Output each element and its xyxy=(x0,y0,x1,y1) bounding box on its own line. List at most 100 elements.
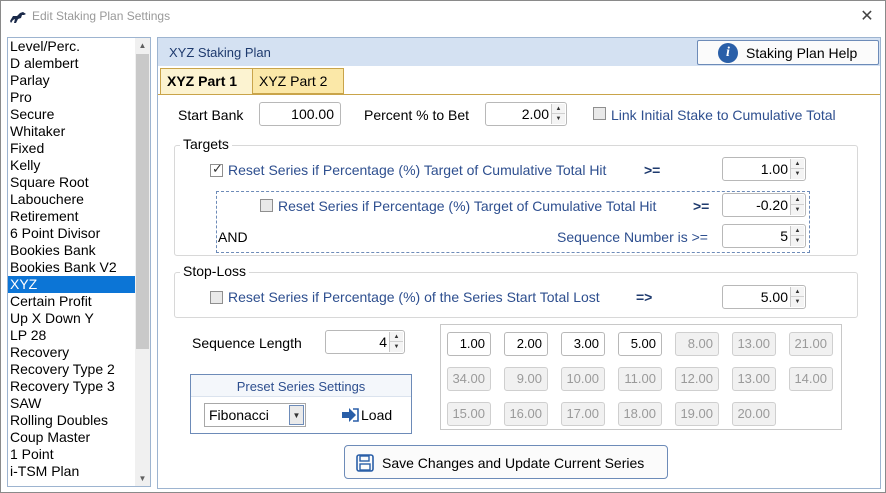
series-value-cell[interactable]: 10.00 xyxy=(561,367,605,391)
series-value-cell[interactable]: 9.00 xyxy=(504,367,548,391)
chevron-down-icon[interactable]: ▼ xyxy=(791,169,804,179)
sidebar-item[interactable]: LP 28 xyxy=(8,327,136,344)
panel-header: XYZ Staking Plan i Staking Plan Help xyxy=(158,38,880,66)
sidebar-scrollbar[interactable]: ▲ ▼ xyxy=(135,38,150,486)
sidebar-item[interactable]: Retirement xyxy=(8,208,136,225)
sidebar-item[interactable]: Recovery Type 2 xyxy=(8,361,136,378)
help-button-label: Staking Plan Help xyxy=(746,45,858,61)
chevron-down-icon[interactable]: ▼ xyxy=(791,297,804,307)
series-value-cell[interactable]: 20.00 xyxy=(732,402,776,426)
load-arrow-icon[interactable] xyxy=(341,407,359,423)
sidebar-item[interactable]: Square Root xyxy=(8,174,136,191)
stop-loss-title: Stop-Loss xyxy=(180,263,250,279)
reset-target-2-stepper[interactable]: -0.20 ▲ ▼ xyxy=(722,193,806,217)
chevron-up-icon[interactable]: ▲ xyxy=(791,226,804,236)
sidebar-item[interactable]: D alembert xyxy=(8,55,136,72)
sidebar-item[interactable]: Pro xyxy=(8,89,136,106)
sidebar-item[interactable]: 6 Point Divisor xyxy=(8,225,136,242)
chevron-up-icon[interactable]: ▲ xyxy=(791,287,804,297)
spin-buttons[interactable]: ▲ ▼ xyxy=(790,159,804,179)
reset-target-2-checkbox[interactable] xyxy=(260,199,273,212)
tab-content: Start Bank 100.00 Percent % to Bet 2.00 … xyxy=(158,94,880,488)
sidebar-item[interactable]: Bookies Bank V2 xyxy=(8,259,136,276)
series-value-cell[interactable]: 15.00 xyxy=(447,402,491,426)
sidebar-item[interactable]: Parlay xyxy=(8,72,136,89)
staking-plan-list[interactable]: Level/Perc. D alembert Parlay Pro Secure Whit… xyxy=(7,37,151,487)
save-changes-button[interactable]: Save Changes and Update Current Series xyxy=(344,445,668,479)
sidebar-item[interactable]: Recovery Type 3 xyxy=(8,378,136,395)
series-value-cell[interactable]: 5.00 xyxy=(618,332,662,356)
sidebar-item[interactable]: Kelly xyxy=(8,157,136,174)
sequence-length-label: Sequence Length xyxy=(192,335,302,351)
scroll-down-icon[interactable]: ▼ xyxy=(135,471,150,486)
chevron-down-icon[interactable]: ▼ xyxy=(791,236,804,246)
series-value-cell[interactable]: 13.00 xyxy=(732,332,776,356)
sidebar-item[interactable]: Whitaker xyxy=(8,123,136,140)
chevron-up-icon[interactable]: ▲ xyxy=(552,104,565,114)
sequence-number-stepper[interactable]: 5 ▲ ▼ xyxy=(722,224,806,248)
sidebar-item[interactable]: Level/Perc. xyxy=(8,38,136,55)
stop-loss-checkbox[interactable] xyxy=(210,291,223,304)
stop-loss-stepper[interactable]: 5.00 ▲ ▼ xyxy=(722,285,806,309)
series-values-grid: 1.00 2.00 3.00 5.00 8.00 13.00 21.00 34.00 9.00 1… xyxy=(440,324,842,430)
sidebar-item[interactable]: Coup Master xyxy=(8,429,136,446)
series-value-cell[interactable]: 14.00 xyxy=(789,367,833,391)
spin-buttons[interactable]: ▲ ▼ xyxy=(790,287,804,307)
sidebar-item[interactable]: Up X Down Y xyxy=(8,310,136,327)
percent-to-bet-stepper[interactable]: 2.00 ▲ ▼ xyxy=(485,102,567,126)
spin-buttons[interactable]: ▲ ▼ xyxy=(389,332,403,352)
tab-xyz-part-2[interactable]: XYZ Part 2 xyxy=(252,68,344,94)
series-value-cell[interactable]: 34.00 xyxy=(447,367,491,391)
sidebar-item[interactable]: Recovery xyxy=(8,344,136,361)
chevron-down-icon[interactable]: ▼ xyxy=(552,114,565,124)
series-value-cell[interactable]: 2.00 xyxy=(504,332,548,356)
reset-target-1-checkbox[interactable] xyxy=(210,161,223,177)
horse-icon xyxy=(10,12,26,23)
sidebar-item[interactable]: 1 Point xyxy=(8,446,136,463)
load-button[interactable]: Load xyxy=(361,407,392,423)
chevron-up-icon[interactable]: ▲ xyxy=(791,159,804,169)
series-value-cell[interactable]: 1.00 xyxy=(447,332,491,356)
spin-buttons[interactable]: ▲ ▼ xyxy=(790,195,804,215)
spin-buttons[interactable]: ▲ ▼ xyxy=(790,226,804,246)
tab-xyz-part-1[interactable]: XYZ Part 1 xyxy=(160,68,256,95)
reset-target-1-stepper[interactable]: 1.00 ▲ ▼ xyxy=(722,157,806,181)
link-initial-stake-checkbox[interactable] xyxy=(593,107,606,120)
scroll-thumb[interactable] xyxy=(136,54,149,349)
chevron-down-icon[interactable]: ▼ xyxy=(390,342,403,352)
sidebar-item[interactable]: Bookies Bank xyxy=(8,242,136,259)
sidebar-item[interactable]: XYZ xyxy=(8,276,136,293)
reset-target-2-label: Reset Series if Percentage (%) Target of… xyxy=(278,198,657,214)
sequence-length-value: 4 xyxy=(379,334,387,350)
sidebar-item[interactable]: Certain Profit xyxy=(8,293,136,310)
sidebar-item[interactable]: Secure xyxy=(8,106,136,123)
chevron-down-icon[interactable]: ▼ xyxy=(289,405,304,425)
series-value-cell[interactable]: 16.00 xyxy=(504,402,548,426)
sidebar-item[interactable]: i-TSM Plan xyxy=(8,463,136,480)
sidebar-item[interactable]: Fixed xyxy=(8,140,136,157)
preset-series-dropdown[interactable]: Fibonacci ▼ xyxy=(204,403,306,427)
series-value-cell[interactable]: 3.00 xyxy=(561,332,605,356)
sidebar-item[interactable]: Rolling Doubles xyxy=(8,412,136,429)
series-value-cell[interactable]: 19.00 xyxy=(675,402,719,426)
series-value-cell[interactable]: 11.00 xyxy=(618,367,662,391)
series-value-cell[interactable]: 12.00 xyxy=(675,367,719,391)
window-title: Edit Staking Plan Settings xyxy=(32,9,171,23)
series-value-cell[interactable]: 18.00 xyxy=(618,402,662,426)
spin-buttons[interactable]: ▲ ▼ xyxy=(551,104,565,124)
series-value-cell[interactable]: 8.00 xyxy=(675,332,719,356)
staking-plan-help-button[interactable]: i Staking Plan Help xyxy=(697,40,879,65)
series-value-cell[interactable]: 17.00 xyxy=(561,402,605,426)
scroll-up-icon[interactable]: ▲ xyxy=(135,38,150,53)
preset-series-selected: Fibonacci xyxy=(209,407,269,423)
close-icon[interactable]: ✕ xyxy=(859,6,875,26)
chevron-up-icon[interactable]: ▲ xyxy=(791,195,804,205)
sidebar-item[interactable]: Labouchere xyxy=(8,191,136,208)
chevron-up-icon[interactable]: ▲ xyxy=(390,332,403,342)
sidebar-item[interactable]: SAW xyxy=(8,395,136,412)
chevron-down-icon[interactable]: ▼ xyxy=(791,205,804,215)
sequence-length-stepper[interactable]: 4 ▲ ▼ xyxy=(325,330,405,354)
series-value-cell[interactable]: 21.00 xyxy=(789,332,833,356)
series-value-cell[interactable]: 13.00 xyxy=(732,367,776,391)
start-bank-input[interactable]: 100.00 xyxy=(259,102,341,126)
